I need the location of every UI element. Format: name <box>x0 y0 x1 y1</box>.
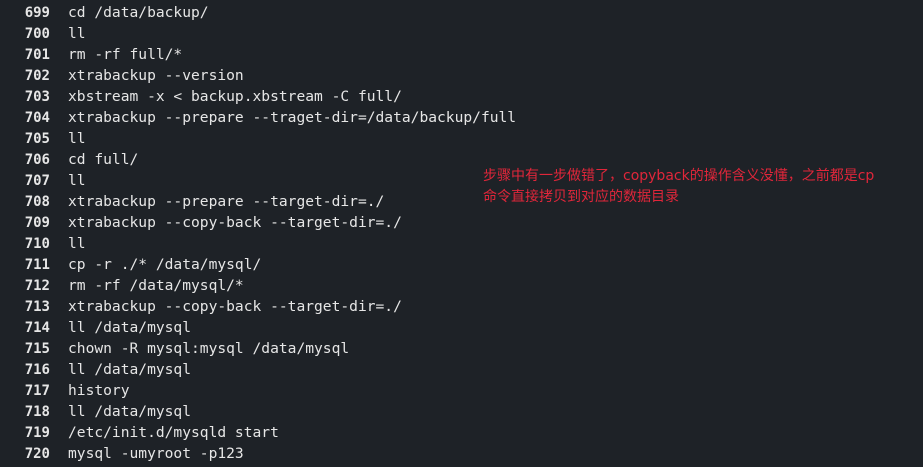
line-number: 713 <box>24 298 50 315</box>
command-text: xtrabackup --copy-back --target-dir=./ <box>68 214 402 231</box>
line-number: 719 <box>24 424 50 441</box>
command-text: xtrabackup --copy-back --target-dir=./ <box>68 298 402 315</box>
history-row: 701 rm -rf full/* <box>0 44 516 65</box>
history-row: 708 xtrabackup --prepare --target-dir=./ <box>0 191 516 212</box>
history-row: 707 ll <box>0 170 516 191</box>
history-row: 711 cp -r ./* /data/mysql/ <box>0 254 516 275</box>
command-text: rm -rf full/* <box>68 46 183 63</box>
annotation-line-1: 步骤中有一步做错了，copyback的操作含义没懂，之前都是cp <box>483 168 875 184</box>
command-text: ll <box>68 172 86 189</box>
history-row: 709 xtrabackup --copy-back --target-dir=.… <box>0 212 516 233</box>
history-row: 718 ll /data/mysql <box>0 401 516 422</box>
command-text: ll <box>68 235 86 252</box>
line-number: 708 <box>24 193 50 210</box>
line-number: 707 <box>24 172 50 189</box>
history-row: 704 xtrabackup --prepare --traget-dir=/da… <box>0 107 516 128</box>
line-number: 711 <box>24 256 50 273</box>
history-row: 703 xbstream -x < backup.xbstream -C full… <box>0 86 516 107</box>
annotation-note: 步骤中有一步做错了，copyback的操作含义没懂，之前都是cp 命令直接拷贝到… <box>483 166 923 208</box>
history-row: 720 mysql -umyroot -p123 <box>0 443 516 464</box>
command-text: xbstream -x < backup.xbstream -C full/ <box>68 88 402 105</box>
line-number: 700 <box>24 25 50 42</box>
command-text: ll <box>68 25 86 42</box>
line-number: 717 <box>24 382 50 399</box>
command-text: ll /data/mysql <box>68 361 192 378</box>
line-number: 703 <box>24 88 50 105</box>
command-text: ll /data/mysql <box>68 403 192 420</box>
line-number: 715 <box>24 340 50 357</box>
command-text: chown -R mysql:mysql /data/mysql <box>68 340 350 357</box>
line-number: 706 <box>24 151 50 168</box>
command-text: cd /data/backup/ <box>68 4 209 21</box>
command-text: cp -r ./* /data/mysql/ <box>68 256 262 273</box>
line-number: 699 <box>24 4 50 21</box>
history-row: 717 history <box>0 380 516 401</box>
annotation-line-2: 命令直接拷贝到对应的数据目录 <box>483 189 679 205</box>
terminal-window[interactable]: 699 cd /data/backup/ 700 ll 701 rm -rf full… <box>0 0 923 467</box>
command-text: mysql -umyroot -p123 <box>68 445 244 462</box>
line-number: 709 <box>24 214 50 231</box>
line-number: 714 <box>24 319 50 336</box>
command-text: xtrabackup --prepare --target-dir=./ <box>68 193 385 210</box>
command-text: xtrabackup --prepare --traget-dir=/data/… <box>68 109 517 126</box>
line-number: 712 <box>24 277 50 294</box>
history-row: 699 cd /data/backup/ <box>0 2 516 23</box>
line-number: 701 <box>24 46 50 63</box>
line-number: 718 <box>24 403 50 420</box>
history-row: 715 chown -R mysql:mysql /data/mysql <box>0 338 516 359</box>
command-text: xtrabackup --version <box>68 67 244 84</box>
line-number: 702 <box>24 67 50 84</box>
line-number: 710 <box>24 235 50 252</box>
history-row: 706 cd full/ <box>0 149 516 170</box>
command-text: history <box>68 382 130 399</box>
history-row: 705 ll <box>0 128 516 149</box>
line-number: 705 <box>24 130 50 147</box>
command-text: /etc/init.d/mysqld start <box>68 424 279 441</box>
history-row: 700 ll <box>0 23 516 44</box>
history-row: 702 xtrabackup --version <box>0 65 516 86</box>
history-row: 714 ll /data/mysql <box>0 317 516 338</box>
command-text: ll /data/mysql <box>68 319 192 336</box>
history-list: 699 cd /data/backup/ 700 ll 701 rm -rf full… <box>0 2 516 464</box>
command-text: cd full/ <box>68 151 139 168</box>
line-number: 704 <box>24 109 50 126</box>
history-row: 712 rm -rf /data/mysql/* <box>0 275 516 296</box>
history-row: 713 xtrabackup --copy-back --target-dir=.… <box>0 296 516 317</box>
history-row: 710 ll <box>0 233 516 254</box>
command-text: rm -rf /data/mysql/* <box>68 277 244 294</box>
history-row: 719/etc/init.d/mysqld start <box>0 422 516 443</box>
history-row: 716 ll /data/mysql <box>0 359 516 380</box>
line-number: 720 <box>24 445 50 462</box>
command-text: ll <box>68 130 86 147</box>
line-number: 716 <box>24 361 50 378</box>
